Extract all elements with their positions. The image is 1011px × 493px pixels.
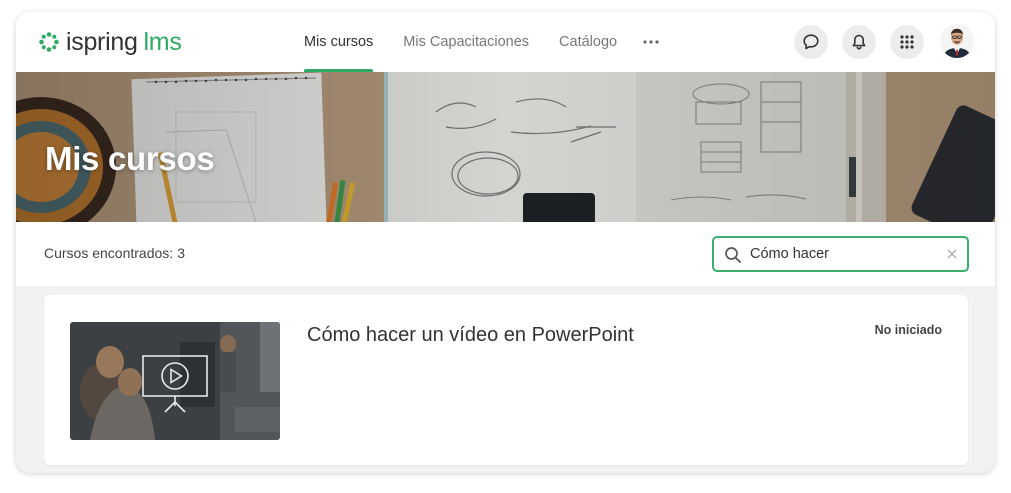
apps-button[interactable]: [890, 25, 924, 59]
page-title: Mis cursos: [45, 140, 215, 177]
search-input[interactable]: [750, 244, 940, 264]
chat-icon: [803, 34, 819, 50]
logo[interactable]: ispring lms: [38, 28, 182, 56]
filter-bar: Cursos encontrados: 3: [16, 222, 995, 286]
apps-grid-icon: [900, 35, 914, 49]
chat-button[interactable]: [794, 25, 828, 59]
close-icon: [947, 249, 957, 259]
hero-banner: Mis cursos: [16, 72, 995, 222]
user-photo-icon: [940, 24, 974, 58]
nav-catalogo[interactable]: Catálogo: [547, 12, 629, 72]
logo-brand: ispring: [66, 27, 138, 56]
clear-search-icon[interactable]: [944, 246, 960, 262]
course-thumbnail[interactable]: [70, 322, 280, 440]
search-box[interactable]: [712, 236, 969, 272]
main-nav: Mis cursos Mis Capacitaciones Catálogo: [292, 12, 667, 72]
course-title[interactable]: Cómo hacer un vídeo en PowerPoint: [307, 324, 634, 347]
bell-icon: [852, 34, 866, 50]
nav-mis-cursos[interactable]: Mis cursos: [292, 12, 385, 72]
more-dots-icon: [643, 40, 659, 44]
top-header: ispring lms Mis cursos Mis Capacitacione…: [16, 12, 995, 72]
results-count: Cursos encontrados: 3: [44, 245, 185, 261]
app-window: ispring lms Mis cursos Mis Capacitacione…: [16, 12, 995, 473]
results-count-value: 3: [177, 245, 185, 261]
nav-mis-capacitaciones[interactable]: Mis Capacitaciones: [391, 12, 541, 72]
course-status-badge: No iniciado: [874, 323, 942, 337]
user-avatar[interactable]: [940, 24, 974, 58]
notifications-button[interactable]: [842, 25, 876, 59]
course-thumbnail-image: [70, 322, 280, 440]
logo-flower-icon: [39, 32, 59, 52]
search-icon: [725, 247, 741, 263]
logo-product: lms: [143, 27, 182, 56]
more-menu-button[interactable]: [635, 12, 667, 72]
results-count-label: Cursos encontrados:: [44, 245, 174, 261]
course-card[interactable]: Cómo hacer un vídeo en PowerPoint No ini…: [44, 295, 968, 465]
